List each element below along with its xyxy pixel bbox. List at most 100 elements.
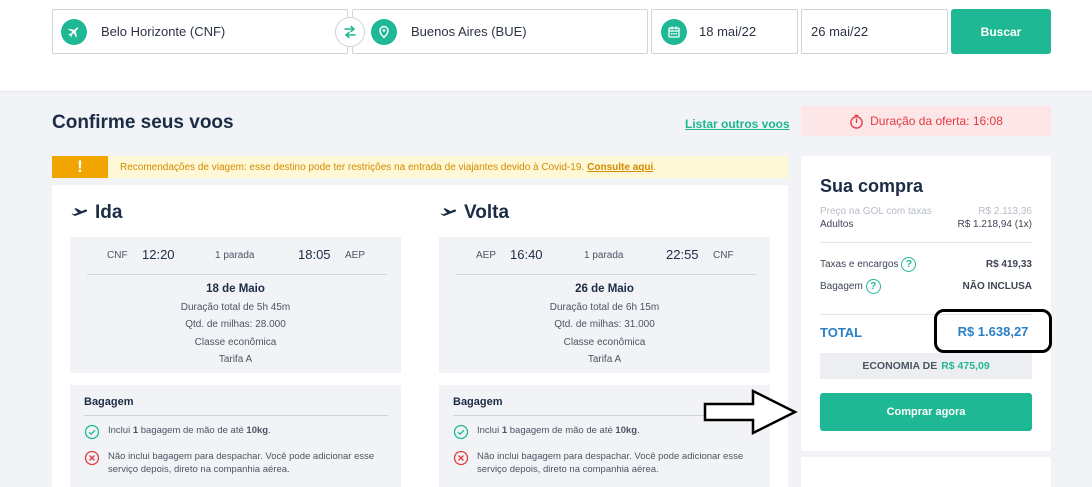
taxes-value: R$ 419,33 [985,259,1032,270]
taxes-row: Taxas e encargos? R$ 419,33 [820,257,1032,272]
summary-title: Sua compra [820,176,924,196]
baggage-excluded-item: Não inclui bagagem para despachar. Você … [453,450,757,476]
return-cabin: Classe econômica [563,336,646,348]
outbound-cabin: Classe econômica [194,336,277,348]
baggage-included-pre: Inclui [477,425,502,436]
return-stops: 1 parada [584,250,624,261]
calendar-icon [661,18,687,45]
covid-alert-end: . [653,161,657,173]
baggage-label-wrap: Bagagem? [820,279,881,294]
outbound-title-text: Ida [95,202,123,223]
return-fare: Tarifa A [587,354,622,365]
adults-label: Adultos [820,219,854,230]
baggage-label: Bagagem [820,281,863,292]
page-title: Confirme seus voos [52,112,234,133]
baggage-included-item: Inclui 1 bagagem de mão de até 10kg. [84,424,388,440]
check-circle-icon [84,424,100,440]
divider [87,274,387,275]
return-title-text: Volta [464,202,510,223]
return-date-value: 26 mai/22 [811,24,869,39]
baggage-included-mid: bagagem de mão de até [138,425,247,436]
purchase-summary: Sua compra Preço na GOL com taxas R$ 2.1… [801,156,1052,451]
outbound-flight-card: CNF 12:20 1 parada 18:05 AEP 18 de Maio … [70,237,401,373]
baggage-included-text: Inclui 1 bagagem de mão de até 10kg. [477,424,640,440]
destination-value: Buenos Aires (BUE) [411,24,527,39]
outbound-arrive-time: 18:05 [298,247,331,262]
return-arrive-time: 22:55 [666,247,699,262]
list-other-flights-link[interactable]: Listar outros voos [685,117,790,131]
outbound-depart-time: 12:20 [142,247,175,262]
return-to-code: CNF [713,250,734,261]
economy-badge: ECONOMIA DE R$ 475,09 [820,353,1032,379]
swap-arrows-icon [344,25,356,39]
return-date: 26 de Maio [575,283,634,295]
search-bar: Belo Horizonte (CNF) Buenos Aires (BUE) … [0,0,1092,92]
annotation-arrow-icon [703,388,798,436]
offer-duration-badge: Duração da oferta: 16:08 [801,106,1051,136]
outbound-miles: Qtd. de milhas: 28.000 [185,319,286,330]
gol-price-value: R$ 2.113,36 [978,206,1032,217]
swap-button[interactable] [335,17,365,47]
outbound-title: Ida [70,202,122,224]
return-miles: Qtd. de milhas: 31.000 [554,319,655,330]
return-duration: Duração total de 6h 15m [549,301,660,313]
divider [456,274,756,275]
origin-value: Belo Horizonte (CNF) [101,24,226,39]
origin-field[interactable]: Belo Horizonte (CNF) [52,9,348,54]
economy-value: R$ 475,09 [941,360,990,372]
outbound-baggage-card: Bagagem Inclui 1 bagagem de mão de até 1… [70,385,401,487]
divider [820,242,1032,243]
depart-date-field[interactable]: 18 mai/22 [651,9,798,54]
return-date-field[interactable]: 26 mai/22 [801,9,948,54]
search-button[interactable]: Buscar [951,9,1051,54]
outbound-to-code: AEP [345,250,366,261]
outbound-stops: 1 parada [215,250,255,261]
covid-alert-text: Recomendações de viagem: esse destino po… [120,161,585,173]
return-title: Volta [439,202,509,224]
buy-now-button[interactable]: Comprar agora [820,393,1032,431]
return-from-code: AEP [476,250,497,261]
offer-duration-text: Duração da oferta: 16:08 [870,114,1003,128]
baggage-excluded-text: Não inclui bagagem para despachar. Você … [477,451,744,475]
baggage-included-end: . [268,425,271,436]
location-pin-icon [371,18,397,45]
covid-alert: ! Recomendações de viagem: esse destino … [52,156,788,178]
gol-price-label: Preço na GOL com taxas [820,206,932,217]
consult-link[interactable]: Consulte aqui [587,162,653,173]
total-value: R$ 1.638,27 [934,309,1052,353]
baggage-excluded-text: Não inclui bagagem para despachar. Você … [108,451,375,475]
baggage-included-pre: Inclui [108,425,133,436]
return-flight-card: AEP 16:40 1 parada 22:55 CNF 26 de Maio … [439,237,770,373]
baggage-value: NÃO INCLUSA [962,281,1032,292]
baggage-excluded-item: Não inclui bagagem para despachar. Você … [84,450,388,476]
flights-panel: Ida CNF 12:20 1 parada 18:05 AEP 18 de M… [52,185,788,487]
taxes-label: Taxas e encargos [820,259,899,270]
baggage-title: Bagagem [84,396,134,408]
baggage-included-mid: bagagem de mão de até [507,425,616,436]
warning-icon: ! [52,156,108,178]
outbound-duration: Duração total de 5h 45m [180,301,291,313]
outbound-times-row: CNF 12:20 1 parada 18:05 AEP [70,247,401,267]
gol-price-row: Preço na GOL com taxas R$ 2.113,36 [820,206,1032,217]
return-details: 26 de Maio Duração total de 6h 15m Qtd. … [439,281,770,369]
baggage-included-weight: 10kg [615,425,638,436]
baggage-title: Bagagem [453,396,503,408]
return-depart-time: 16:40 [510,247,543,262]
stopwatch-icon [850,114,863,129]
adults-value: R$ 1.218,94 (1x) [957,219,1033,230]
economy-label: ECONOMIA DE [862,360,938,372]
outbound-date: 18 de Maio [206,283,265,295]
baggage-row: Bagagem? NÃO INCLUSA [820,279,1032,294]
x-circle-icon [453,450,469,466]
baggage-included-text: Inclui 1 bagagem de mão de até 10kg. [108,424,271,440]
takeoff-icon [440,208,457,218]
total-label: TOTAL [820,325,863,340]
help-icon[interactable]: ? [865,279,881,294]
outbound-details: 18 de Maio Duração total de 5h 45m Qtd. … [70,281,401,369]
takeoff-icon [71,208,88,218]
depart-date-value: 18 mai/22 [699,24,757,39]
destination-field[interactable]: Buenos Aires (BUE) [352,9,648,54]
outbound-from-code: CNF [107,250,128,261]
help-icon[interactable]: ? [901,257,917,272]
divider [84,415,388,416]
